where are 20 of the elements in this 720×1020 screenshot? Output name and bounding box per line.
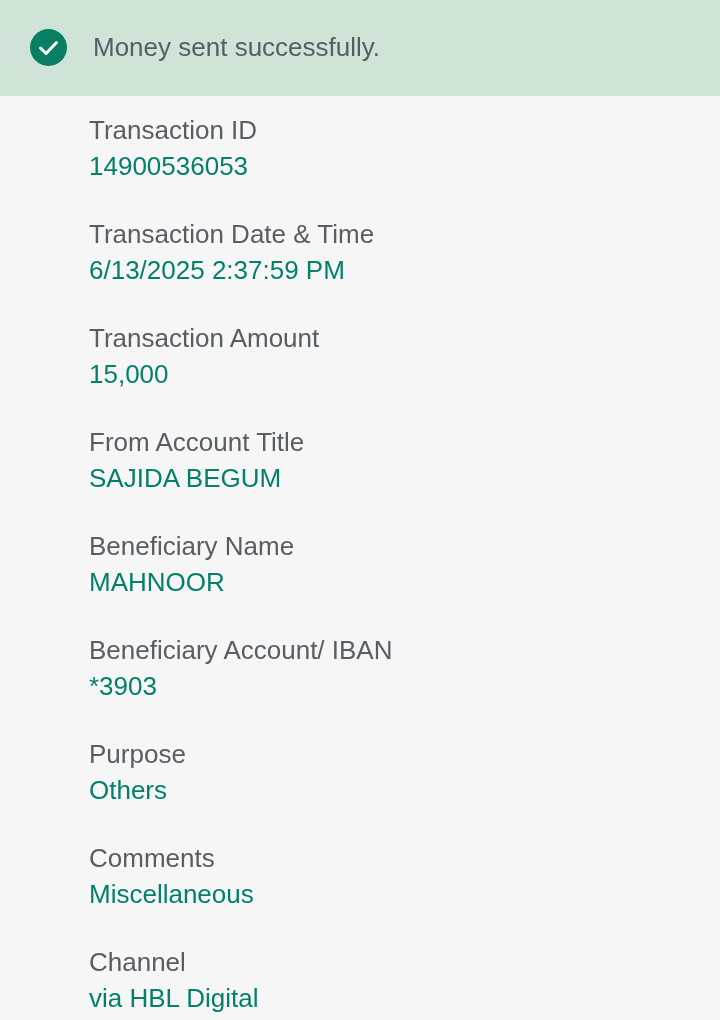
detail-label: Beneficiary Name xyxy=(89,530,295,563)
detail-label: Purpose xyxy=(89,738,186,771)
detail-value: 15,000 xyxy=(89,358,169,391)
detail-label: Beneficiary Account/ IBAN xyxy=(89,634,393,667)
detail-value: via HBL Digital xyxy=(89,982,259,1015)
detail-value: 6/13/2025 2:37:59 PM xyxy=(89,254,345,287)
detail-value: *3903 xyxy=(89,670,157,703)
detail-value: 14900536053 xyxy=(89,150,249,183)
detail-label: Transaction Amount xyxy=(89,322,320,355)
detail-value: Others xyxy=(89,774,168,807)
detail-label: Comments xyxy=(89,842,215,875)
detail-value: MAHNOOR xyxy=(89,566,225,599)
detail-label: Transaction ID xyxy=(89,114,258,147)
detail-value: SAJIDA BEGUM xyxy=(89,462,282,495)
detail-label: From Account Title xyxy=(89,426,305,459)
detail-label: Channel xyxy=(89,946,186,979)
success-check-icon xyxy=(30,28,67,66)
detail-value: Miscellaneous xyxy=(89,878,254,911)
detail-label: Transaction Date & Time xyxy=(89,218,375,251)
success-message: Money sent successfully. xyxy=(93,31,381,63)
